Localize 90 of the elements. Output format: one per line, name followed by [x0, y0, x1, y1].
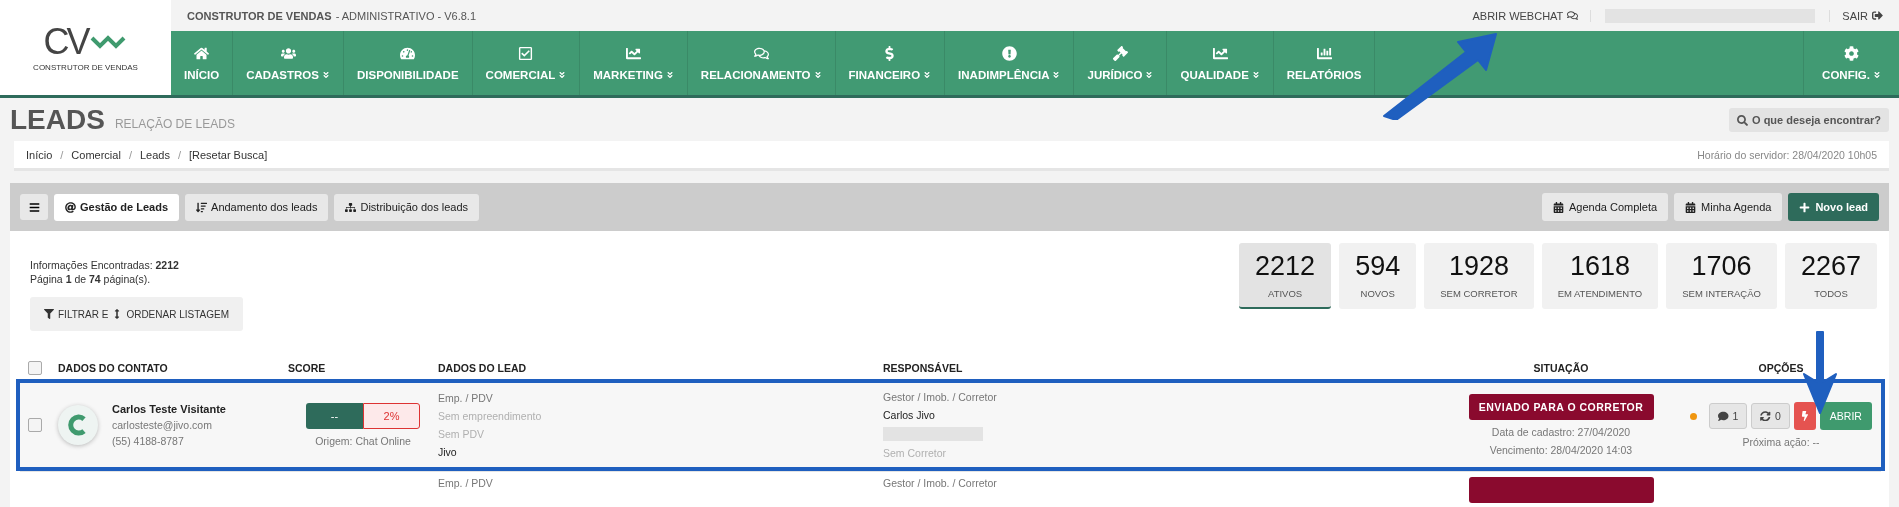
calendar-button[interactable]: Minha Agenda	[1674, 193, 1783, 221]
bolt-icon	[1799, 411, 1810, 421]
responsible-detail: Sem Corretor	[883, 447, 946, 459]
flash-button[interactable]	[1793, 402, 1816, 430]
breadcrumb-separator: /	[60, 148, 64, 161]
line-chart-icon	[1212, 45, 1228, 61]
contact-email: carlosteste@jivo.com	[112, 419, 212, 431]
sort-icon	[196, 201, 208, 213]
breadcrumb-link[interactable]: Início	[26, 148, 53, 161]
alert-icon	[1001, 45, 1017, 61]
app-edition: - ADMINISTRATIVO - V6.8.1	[335, 9, 477, 22]
chat-icon	[1567, 10, 1579, 21]
lead-origin: Origem: Chat Online	[315, 435, 411, 447]
column-header: RESPONSÁVEL	[883, 362, 964, 374]
lead-detail: Jivo	[438, 446, 457, 458]
wave-icon	[89, 33, 128, 50]
responsible-detail: Gestor / Imob. / Corretor	[883, 477, 997, 489]
lead-detail: Emp. / PDV	[438, 477, 493, 489]
lead-detail: Emp. / PDV	[438, 392, 493, 404]
line-chart-icon	[626, 45, 642, 61]
score-value: --	[306, 403, 363, 429]
server-time: Horário do servidor: 28/04/2020 10h05	[1697, 148, 1877, 161]
column-header: OPÇÕES	[1757, 362, 1805, 374]
chat-icon	[753, 45, 769, 61]
contact-name: Carlos Teste Visitante	[112, 403, 226, 415]
gear-icon	[1844, 45, 1860, 61]
menu-button[interactable]	[20, 194, 48, 220]
column-header: SITUAÇÃO	[1532, 362, 1590, 374]
refresh-icon	[1760, 410, 1771, 422]
hierarchy-icon	[345, 201, 357, 213]
updates-button[interactable]: 0	[1751, 403, 1790, 429]
lead-detail: Sem PDV	[438, 428, 485, 440]
calendar-icon	[1685, 201, 1697, 213]
calendar-button[interactable]: Agenda Completa	[1542, 193, 1669, 221]
score-percent: 2%	[363, 403, 420, 429]
comment-icon	[1718, 410, 1729, 422]
stat-card[interactable]: 2267 TODOS	[1784, 243, 1877, 309]
column-header: DADOS DO LEAD	[438, 362, 528, 374]
select-all-checkbox[interactable]	[28, 361, 42, 375]
responsible-detail: Gestor / Imob. / Corretor	[883, 391, 997, 403]
breadcrumb-link[interactable]: Comercial	[71, 148, 121, 161]
sign-out-icon	[1872, 10, 1883, 21]
logo-caption: CONSTRUTOR DE VENDAS	[33, 62, 138, 72]
plus-icon	[1799, 201, 1811, 213]
breadcrumb-link[interactable]: [Resetar Busca]	[189, 148, 268, 161]
avatar-icon	[58, 405, 98, 445]
logo-mark: CV	[43, 23, 88, 60]
bar-chart-icon	[1316, 45, 1332, 61]
checkbox-icon	[518, 45, 534, 61]
home-icon	[194, 45, 210, 61]
app-name: CONSTRUTOR DE VENDAS	[187, 9, 332, 22]
page-subtitle: RELAÇÃO DE LEADS	[114, 117, 235, 131]
gauge-icon	[400, 45, 416, 61]
tab[interactable]: Andamento dos leads	[185, 193, 329, 221]
status-badge: ENVIADO PARA O CORRETOR	[1468, 394, 1654, 420]
results-count: Informações Encontradas: 2212	[30, 259, 180, 271]
stat-card[interactable]: 1618 EM ATENDIMENTO	[1541, 243, 1659, 309]
filter-icon	[44, 309, 54, 319]
page-title: LEADS	[10, 104, 105, 136]
stat-card[interactable]: 2212 ATIVOS	[1239, 243, 1332, 309]
responsible-detail: Carlos Jivo	[883, 409, 935, 421]
lead-detail: Sem empreendimento	[438, 410, 542, 422]
at-icon	[65, 201, 76, 213]
stat-card[interactable]: 1706 SEM INTERAÇÃO	[1666, 243, 1777, 309]
tab[interactable]: Distribuição dos leads	[334, 193, 480, 221]
tab[interactable]: Gestão de Leads	[54, 193, 180, 221]
breadcrumb-separator: /	[177, 148, 181, 161]
next-action: Próxima ação: --	[1742, 436, 1820, 448]
logout-link[interactable]: SAIR	[1829, 9, 1883, 22]
gavel-icon	[1112, 45, 1128, 61]
calendar-icon	[1553, 201, 1564, 213]
column-header: SCORE	[288, 362, 327, 374]
breadcrumb-link[interactable]: Leads	[139, 148, 170, 161]
stat-card[interactable]: 1928 SEM CORRETOR	[1424, 243, 1534, 309]
menu-icon	[28, 201, 40, 213]
comments-button[interactable]: 1	[1709, 403, 1748, 429]
new-lead-button[interactable]: Novo lead	[1788, 193, 1879, 221]
contact-phone: (55) 4188-8787	[112, 435, 184, 447]
due-date: Vencimento: 28/04/2020 14:03	[1489, 444, 1633, 456]
search-button[interactable]: O que deseja encontrar?	[1729, 108, 1889, 132]
webchat-link[interactable]: ABRIR WEBCHAT	[1472, 9, 1592, 22]
breadcrumb-separator: /	[128, 148, 132, 161]
registration-date: Data de cadastro: 27/04/2020	[1491, 426, 1631, 438]
search-icon	[1737, 114, 1748, 126]
filter-sort-button[interactable]: FILTRAR E ORDENAR LISTAGEM	[30, 297, 243, 331]
stat-card[interactable]: 594 NOVOS	[1339, 243, 1417, 309]
users-icon	[280, 45, 296, 61]
page-count: Página 1 de 74 página(s).	[30, 273, 152, 285]
column-header: DADOS DO CONTATO	[58, 362, 169, 374]
row-checkbox[interactable]	[28, 418, 42, 432]
